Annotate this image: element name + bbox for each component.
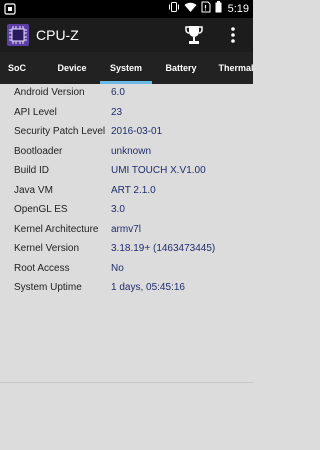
info-value: UMI TOUCH X.V1.00 <box>111 165 206 176</box>
info-label: API Level <box>14 106 57 118</box>
vibrate-icon <box>168 0 180 18</box>
info-value: 2016-03-01 <box>111 126 163 137</box>
tab-soc[interactable]: SoC <box>0 52 34 84</box>
app-bar: CPU-Z <box>0 18 253 52</box>
system-info-list: Android Version 6.0 API Level 23 Securit… <box>0 84 253 299</box>
info-row-bootloader: Bootloader unknown <box>0 143 253 163</box>
info-row-root-access: Root Access No <box>0 260 253 280</box>
notification-app-icon <box>4 2 16 15</box>
list-divider <box>0 382 253 383</box>
tab-battery[interactable]: Battery <box>155 52 207 84</box>
info-row-opengl: OpenGL ES 3.0 <box>0 201 253 221</box>
info-row-java-vm: Java VM ART 2.1.0 <box>0 182 253 202</box>
no-sim-icon <box>201 0 211 18</box>
info-label: System Uptime <box>14 282 82 293</box>
info-row-build-id: Build ID UMI TOUCH X.V1.00 <box>0 162 253 182</box>
info-row-android-version: Android Version 6.0 <box>0 84 253 104</box>
info-value: 6.0 <box>111 87 125 98</box>
info-label: Security Patch Level <box>14 126 106 137</box>
info-value: 1 days, 05:45:16 <box>111 282 185 293</box>
info-row-security-patch: Security Patch Level 2016-03-01 <box>0 123 253 143</box>
info-label: OpenGL ES <box>14 204 68 215</box>
trophy-icon[interactable] <box>184 24 204 46</box>
info-value: unknown <box>111 145 152 157</box>
info-value: 3.0 <box>111 204 125 215</box>
info-row-kernel-architecture: Kernel Architecture armv7l <box>0 221 253 241</box>
info-row-kernel-version: Kernel Version 3.18.19+ (1463473445) <box>0 240 253 260</box>
info-value: armv7l <box>111 223 142 235</box>
info-row-system-uptime: System Uptime 1 days, 05:45:16 <box>0 279 253 299</box>
info-value: 23 <box>111 106 123 118</box>
battery-icon <box>215 0 222 18</box>
cpu-icon <box>7 24 29 46</box>
info-label: Kernel Architecture <box>14 223 99 235</box>
info-label: Java VM <box>14 184 53 196</box>
info-label: Bootloader <box>14 145 63 157</box>
tab-thermal[interactable]: Thermal <box>212 52 253 84</box>
info-value: 3.18.19+ (1463473445) <box>111 243 216 254</box>
info-row-api-level: API Level 23 <box>0 104 253 124</box>
app-title: CPU-Z <box>36 27 79 43</box>
info-label: Build ID <box>14 165 50 176</box>
info-label: Android Version <box>14 87 85 98</box>
tab-bar: SoC Device System Battery Thermal <box>0 52 253 84</box>
status-bar: 5:19 <box>0 0 253 18</box>
overflow-menu-icon[interactable] <box>228 26 238 44</box>
info-value: No <box>111 262 124 274</box>
info-value: ART 2.1.0 <box>111 184 156 196</box>
info-label: Kernel Version <box>14 243 80 254</box>
wifi-icon <box>184 0 197 18</box>
info-label: Root Access <box>14 262 70 274</box>
clock: 5:19 <box>227 3 249 15</box>
tab-system[interactable]: System <box>100 52 152 84</box>
tab-device[interactable]: Device <box>42 52 102 84</box>
